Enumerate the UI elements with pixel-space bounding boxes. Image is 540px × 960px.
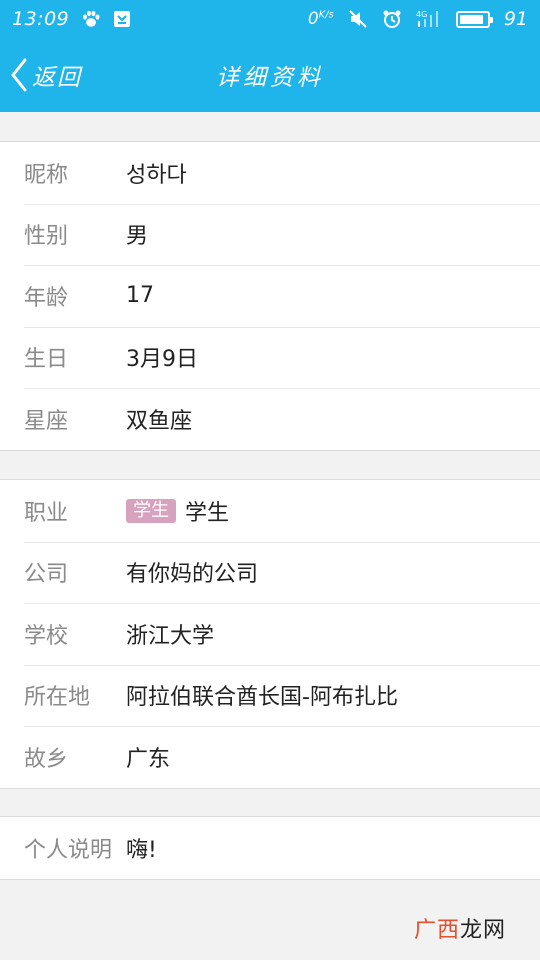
watermark-accent: 广西 bbox=[413, 918, 460, 943]
gender-label: 性别 bbox=[24, 224, 69, 250]
occupation-value-wrap: 学生 学生 bbox=[126, 495, 229, 527]
occupation-label: 职业 bbox=[24, 500, 69, 526]
gender-row: 性别 男 bbox=[0, 203, 540, 266]
paw-icon bbox=[81, 10, 101, 28]
school-label: 学校 bbox=[24, 623, 69, 649]
occupation-tag: 学生 bbox=[126, 498, 176, 523]
occupation-value: 学生 bbox=[185, 500, 230, 526]
watermark-text: 龙网 bbox=[459, 918, 506, 943]
age-label: 年龄 bbox=[24, 285, 69, 311]
net-speed: 0K/s bbox=[307, 9, 334, 29]
title-bar: 详细资料 返回 bbox=[0, 38, 540, 112]
battery-level bbox=[459, 14, 484, 24]
gender-value: 男 bbox=[126, 224, 149, 250]
bio-label: 个人说明 bbox=[24, 837, 113, 863]
alarm-icon bbox=[382, 9, 402, 29]
age-row: 年龄 17 bbox=[0, 265, 540, 327]
hometown-value: 广东 bbox=[126, 746, 171, 772]
age-value: 17 bbox=[126, 283, 154, 309]
constellation-label: 星座 bbox=[24, 408, 69, 434]
company-label: 公司 bbox=[24, 562, 69, 588]
company-value: 有你妈的公司 bbox=[126, 562, 259, 588]
basic-info-section: 昵称 성하다 性别 男 年龄 17 生日 3月9日 星座 双鱼座 bbox=[0, 141, 540, 451]
birthday-row: 生日 3月9日 bbox=[0, 326, 540, 389]
status-time: 13:09 bbox=[12, 8, 70, 30]
constellation-row: 星座 双鱼座 bbox=[0, 388, 540, 450]
bio-value: 嗨! bbox=[126, 837, 157, 863]
watermark-logo: 广西龙网 bbox=[414, 912, 506, 944]
hometown-label: 故乡 bbox=[24, 746, 69, 772]
hometown-row: 故乡 广东 bbox=[0, 726, 540, 788]
bio-section: 个人说明 嗨! bbox=[0, 816, 540, 880]
signal-type-label: 4G bbox=[416, 10, 427, 19]
signal-icon: 4G bbox=[416, 9, 442, 29]
back-button[interactable]: 返回 bbox=[10, 38, 82, 112]
battery-percent: 91 bbox=[503, 8, 528, 30]
download-box-icon bbox=[113, 10, 131, 28]
location-row: 所在地 阿拉伯联合酋长国-阿布扎比 bbox=[0, 664, 540, 727]
nickname-label: 昵称 bbox=[24, 162, 69, 188]
occupation-row: 职业 学生 学生 bbox=[0, 480, 540, 542]
birthday-label: 生日 bbox=[24, 347, 69, 373]
back-label: 返回 bbox=[32, 65, 82, 91]
battery-icon bbox=[455, 10, 493, 28]
nickname-row: 昵称 성하다 bbox=[0, 142, 540, 204]
school-value: 浙江大学 bbox=[126, 623, 215, 649]
work-info-section: 职业 学生 学生 公司 有你妈的公司 学校 浙江大学 所在地 阿拉伯联合酋长国-… bbox=[0, 479, 540, 789]
constellation-value: 双鱼座 bbox=[126, 408, 193, 434]
nickname-value: 성하다 bbox=[126, 162, 187, 188]
status-bar: 13:09 0K/s 4G 91 bbox=[0, 0, 540, 38]
company-row: 公司 有你妈的公司 bbox=[0, 541, 540, 604]
chevron-left-icon bbox=[10, 58, 28, 92]
location-value: 阿拉伯联合酋长国-阿布扎比 bbox=[126, 685, 398, 711]
school-row: 学校 浙江大学 bbox=[0, 603, 540, 665]
location-label: 所在地 bbox=[24, 685, 91, 711]
birthday-value: 3月9日 bbox=[126, 347, 198, 373]
mute-icon bbox=[348, 9, 368, 29]
bio-row: 个人说明 嗨! bbox=[0, 817, 540, 879]
